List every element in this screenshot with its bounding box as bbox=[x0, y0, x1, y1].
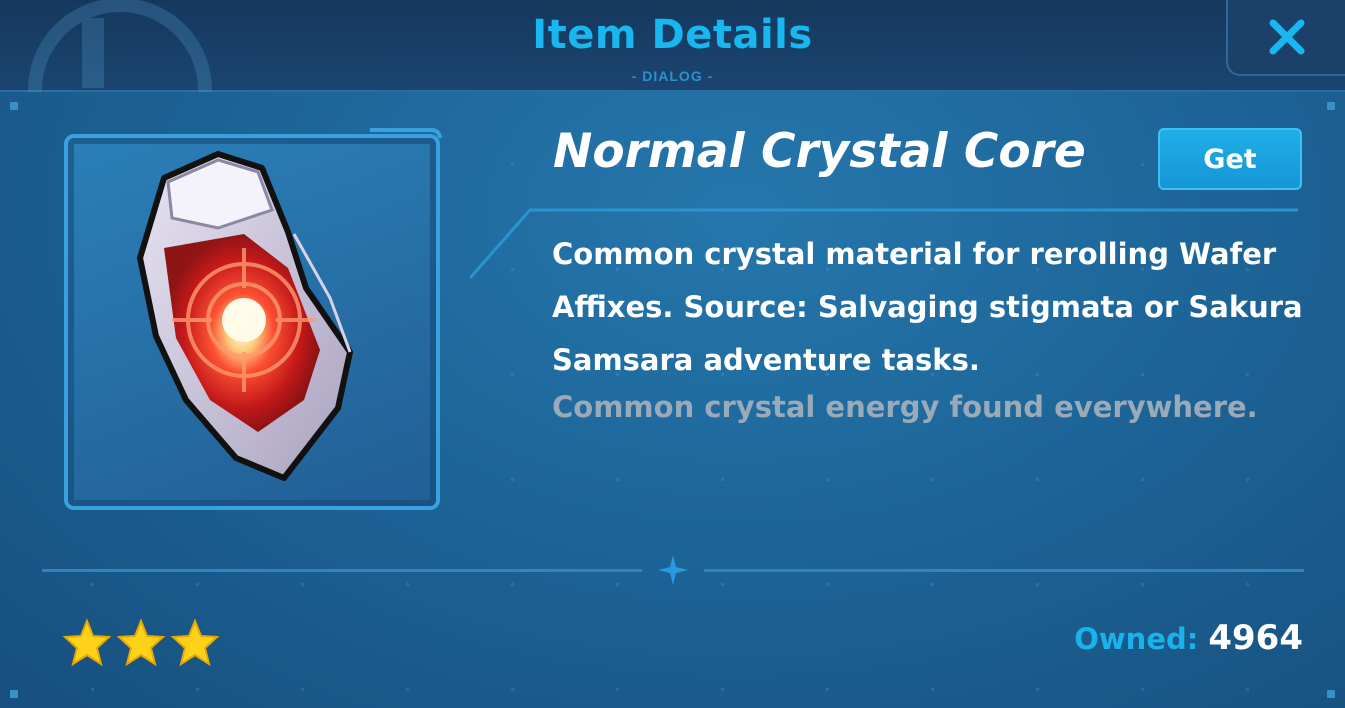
star-icon bbox=[170, 618, 220, 667]
owned-value: 4964 bbox=[1208, 618, 1303, 658]
dialog-header: Item Details - DIALOG - bbox=[0, 0, 1345, 92]
owned-label: Owned: bbox=[1074, 622, 1199, 656]
close-icon bbox=[1269, 19, 1304, 55]
red-crystal-core-icon bbox=[137, 151, 353, 481]
item-image-frame bbox=[64, 134, 440, 510]
divider bbox=[42, 569, 642, 572]
rarity-stars bbox=[62, 618, 220, 668]
corner-marker bbox=[10, 690, 18, 698]
item-details-dialog: Item Details - DIALOG - Normal Crystal C… bbox=[0, 0, 1345, 708]
item-description: Common crystal material for rerolling Wa… bbox=[552, 237, 1303, 377]
close-button[interactable] bbox=[1226, 0, 1345, 76]
dialog-subtitle: - DIALOG - bbox=[631, 68, 714, 84]
corner-marker bbox=[1327, 690, 1335, 698]
dialog-title: Item Details bbox=[532, 12, 813, 58]
sparkle-icon bbox=[658, 555, 688, 585]
get-button[interactable]: Get bbox=[1158, 128, 1302, 190]
star-icon bbox=[116, 618, 166, 667]
corner-marker bbox=[10, 102, 18, 110]
item-flavor-text: Common crystal energy found everywhere. bbox=[552, 390, 1258, 424]
divider bbox=[704, 569, 1304, 572]
star-icon bbox=[62, 618, 112, 667]
corner-marker bbox=[1327, 102, 1335, 110]
owned-count-display: Owned: 4964 bbox=[1074, 618, 1303, 658]
item-name: Normal Crystal Core bbox=[553, 124, 1086, 179]
